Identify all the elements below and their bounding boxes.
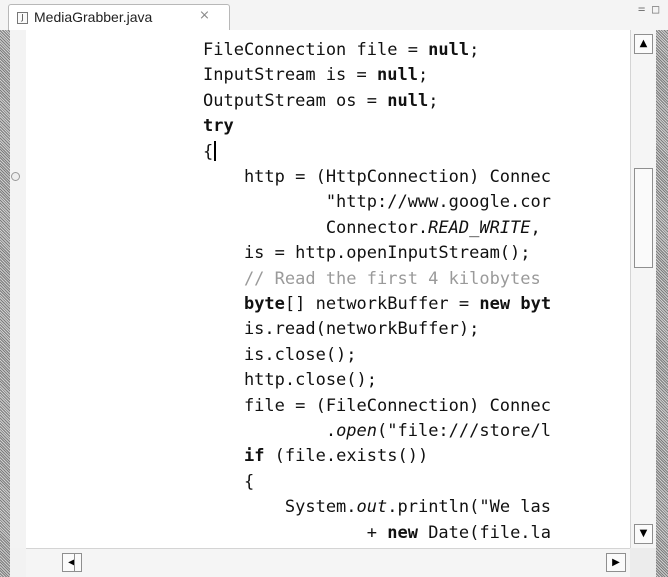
code-line[interactable]: FileConnection file = null;	[203, 38, 479, 63]
code-line[interactable]: {	[203, 470, 254, 495]
code-line[interactable]: is.read(networkBuffer);	[203, 317, 479, 342]
code-token: InputStream is =	[203, 65, 377, 86]
tab-title: MediaGrabber.java	[34, 9, 153, 25]
code-editor[interactable]: FileConnection file = null; InputStream i…	[26, 30, 630, 548]
code-token: is.close();	[203, 344, 357, 365]
close-icon[interactable]: ⨯	[199, 8, 210, 23]
code-token: Date(file.la	[417, 522, 552, 543]
code-line[interactable]: OutputStream os = null;	[203, 89, 438, 114]
code-line[interactable]: byte[] networkBuffer = new byt	[203, 292, 551, 317]
code-line[interactable]: is = http.openInputStream();	[203, 241, 531, 266]
code-line[interactable]: try	[203, 114, 234, 139]
code-token: .	[203, 421, 337, 441]
scroll-up-icon[interactable]: ▲	[634, 34, 653, 54]
code-line[interactable]: InputStream is = null;	[203, 63, 428, 88]
code-token: OutputStream os =	[203, 90, 388, 111]
code-line[interactable]: "http://www.google.cor	[203, 190, 551, 215]
code-token: (file.exists())	[264, 446, 429, 467]
horizontal-scroll-thumb[interactable]	[74, 553, 82, 572]
vertical-scroll-thumb[interactable]	[634, 168, 653, 268]
code-line[interactable]: http.close();	[203, 368, 377, 393]
code-token: is.read(networkBuffer);	[203, 319, 480, 340]
editor-tab-bar: J MediaGrabber.java ⨯ = □	[0, 0, 668, 31]
code-line[interactable]: + new Date(file.la	[203, 521, 551, 546]
code-token: ;	[417, 65, 429, 86]
annotation-gutter[interactable]	[10, 30, 26, 548]
code-token: new	[479, 294, 511, 314]
code-token: System.	[203, 497, 357, 518]
code-token: [] networkBuffer =	[284, 294, 480, 314]
code-token: READ_WRITE	[428, 217, 531, 238]
horizontal-scrollbar[interactable]: ◀ ▶	[26, 548, 630, 577]
code-line[interactable]: is.close();	[203, 343, 357, 368]
scroll-down-icon[interactable]: ▼	[634, 524, 653, 544]
code-token: byte	[243, 294, 285, 314]
code-token: +	[203, 522, 388, 543]
code-token: byt	[520, 294, 552, 314]
code-token: {	[203, 141, 214, 162]
code-token: .println("We las	[387, 497, 552, 518]
minimize-icon[interactable]: =	[638, 2, 645, 16]
code-token: Connector.	[203, 217, 429, 238]
code-token: "http://www.google.cor	[203, 192, 551, 213]
text-caret	[214, 140, 217, 161]
code-line[interactable]: System.out.println("We las	[203, 495, 551, 520]
right-ruler	[656, 30, 668, 577]
code-token: is = http.openInputStream();	[203, 243, 531, 264]
code-line[interactable]: file = (FileConnection) Connec	[203, 394, 551, 419]
code-line[interactable]: .open("file:///store/l	[203, 419, 551, 444]
code-token: FileConnection file =	[203, 40, 429, 60]
breakpoint-marker-icon[interactable]	[11, 172, 20, 181]
code-editor-window: J MediaGrabber.java ⨯ = □ FileConnection…	[0, 0, 668, 577]
scroll-right-icon[interactable]: ▶	[606, 553, 626, 572]
code-token: out	[356, 497, 388, 518]
code-token: ,	[530, 217, 541, 238]
code-line[interactable]: {	[203, 140, 217, 165]
code-line[interactable]: if (file.exists())	[203, 444, 428, 469]
code-line[interactable]: http = (HttpConnection) Connec	[203, 165, 551, 190]
code-token: // Read the first 4 kilobytes	[203, 268, 541, 289]
code-token: try	[203, 116, 234, 137]
code-token: http = (HttpConnection) Connec	[203, 167, 551, 187]
code-token: null	[377, 65, 418, 86]
code-line[interactable]: // Read the first 4 kilobytes	[203, 267, 541, 292]
code-token: file = (FileConnection) Connec	[203, 395, 551, 416]
code-token: open	[336, 421, 378, 441]
code-token: {	[203, 471, 255, 492]
code-token: null	[428, 40, 470, 60]
code-token: if	[243, 446, 265, 467]
editor-tab[interactable]: J MediaGrabber.java ⨯	[8, 4, 230, 30]
code-token: ;	[469, 40, 480, 60]
scrollbar-corner	[630, 548, 656, 577]
code-token: new	[387, 522, 418, 543]
code-token: ("file:///store/l	[377, 421, 552, 441]
left-ruler	[0, 30, 10, 577]
code-line[interactable]: Connector.READ_WRITE,	[203, 216, 541, 241]
code-token: ;	[428, 90, 439, 111]
vertical-scrollbar[interactable]: ▲ ▼	[630, 30, 656, 548]
code-token: null	[387, 90, 429, 111]
code-token: http.close();	[203, 370, 377, 391]
java-file-icon: J	[17, 12, 28, 24]
maximize-icon[interactable]: □	[652, 2, 659, 16]
